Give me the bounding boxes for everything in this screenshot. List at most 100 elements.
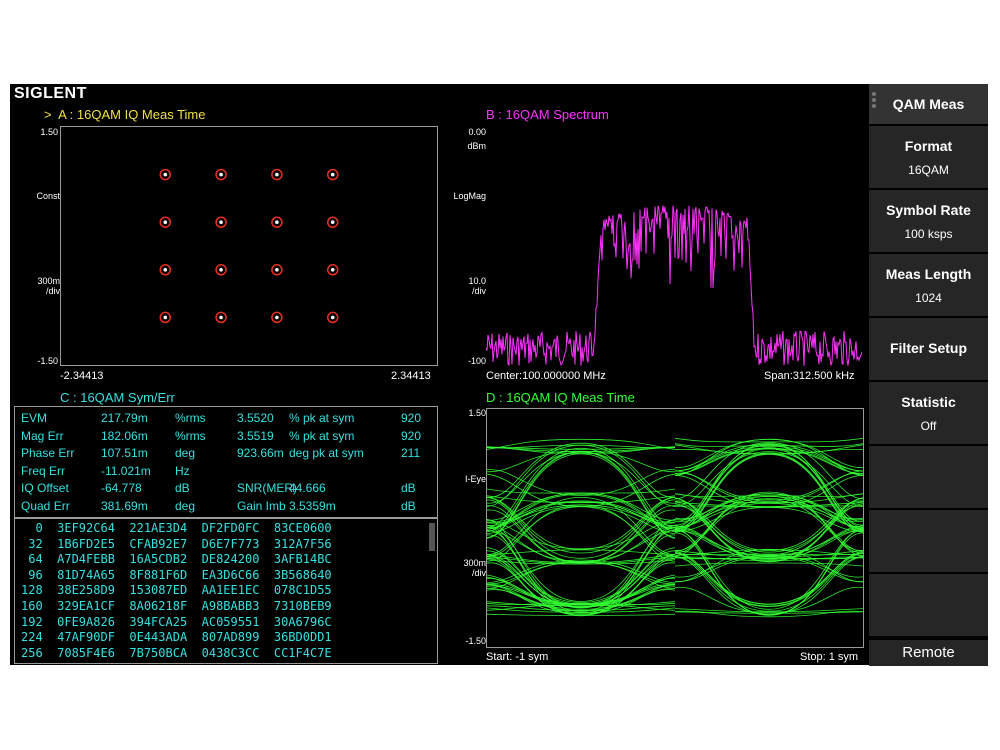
symbol-row: 192 0FE9A826 394FCA25 AC059551 30A6796C (21, 614, 332, 629)
panel-a-title[interactable]: > A : 16QAM IQ Meas Time (44, 107, 206, 122)
softkey-meas-length[interactable]: Meas Length 1024 (869, 254, 988, 318)
symbol-table: 0 3EF92C64 221AE3D4 DF2FD0FC 83CE0600 32… (14, 518, 438, 664)
eye-trace (486, 577, 676, 606)
metric-v3: dB (401, 481, 416, 495)
eye-trace (674, 501, 864, 563)
metric-v2: 923.66m (237, 446, 284, 460)
softkey-value: 100 ksps (904, 227, 953, 241)
metric-name: IQ Offset (21, 481, 69, 495)
constellation-dot (219, 220, 223, 224)
softkey-format[interactable]: Format 16QAM (869, 126, 988, 190)
eye-trace (674, 532, 864, 616)
metric-row: Quad Err 381.69m deg Gain Imb 3.5359m dB (15, 499, 435, 516)
metric-v3: dB (401, 498, 416, 513)
panel-a-y-bottom: -1.50 (37, 356, 58, 366)
metric-name: Phase Err (21, 446, 75, 460)
softkey-filter-setup[interactable]: Filter Setup (869, 318, 988, 382)
panel-d-y-scale: 300m /div (463, 558, 486, 578)
metric-unit: Hz (175, 463, 190, 478)
menu-dots-icon (872, 90, 878, 114)
constellation-dot (219, 268, 223, 272)
symbol-row: 0 3EF92C64 221AE3D4 DF2FD0FC 83CE0600 (21, 521, 332, 535)
eye-trace (674, 444, 864, 522)
metric-label3: deg pk at sym (289, 446, 364, 460)
panel-b-x-right: Span:312.500 kHz (764, 370, 855, 382)
metric-name: Quad Err (21, 498, 70, 513)
spectrum-line (485, 205, 863, 367)
remote-status: Remote (869, 640, 988, 666)
eye-trace (674, 495, 864, 553)
eye-trace (486, 488, 676, 494)
panel-a-y-label: Const (36, 191, 60, 201)
metric-unit: %rms (175, 428, 206, 443)
panel-b-y-unit: dBm (467, 141, 486, 151)
metric-row: Phase Err 107.51m deg 923.66m deg pk at sym 2… (15, 446, 435, 463)
metric-value: 381.69m (101, 498, 148, 513)
constellation-dot (330, 315, 335, 320)
constellation-dot (163, 268, 168, 272)
eye-trace (674, 530, 864, 610)
eye-trace (674, 448, 864, 528)
symbol-row: 32 1B6FD2E5 CFAB92E7 D6E7F773 312A7F56 (21, 536, 332, 551)
siglent-logo: SIGLENT (14, 85, 87, 102)
softkey-blank-7[interactable] (869, 510, 988, 574)
constellation-dot (330, 220, 335, 224)
panel-a-plot[interactable] (60, 126, 438, 366)
softkey-qam-meas[interactable]: QAM Meas (869, 84, 988, 126)
symbol-row: 160 329EA1CF 8A06218F A98BABB3 7310BEB9 (21, 599, 332, 613)
panel-b-y-bottom: -100 (467, 356, 486, 366)
symbol-table-scrollbar[interactable] (429, 523, 435, 551)
panel-d-title[interactable]: D : 16QAM IQ Meas Time (486, 390, 635, 405)
panel-b-x-left: Center:100.000000 MHz (486, 370, 606, 382)
constellation-dot (219, 172, 223, 177)
metric-v3: 211 (401, 446, 421, 460)
eye-trace (674, 470, 864, 503)
metric-v2: SNR(MER) (237, 481, 297, 495)
metrics-table: EVM 217.79m %rms 3.5520% pk at sym 920 Mag Er… (14, 406, 438, 518)
metric-value: 107.51m (101, 446, 148, 460)
softkey-value: Off (920, 419, 937, 433)
metric-label3: % pk at sym (289, 411, 355, 425)
metric-row: IQ Offset -64.778 dB SNR(MER) 44.666 dB (15, 481, 435, 498)
panel-b-plot[interactable] (485, 126, 863, 367)
softkey-symbol-rate[interactable]: Symbol Rate 100 ksps (869, 190, 988, 254)
softkey-blank-6[interactable] (869, 446, 988, 510)
panel-b-title[interactable]: B : 16QAM Spectrum (486, 107, 609, 122)
metric-unit: dB (175, 481, 190, 495)
softkey-label: Statistic (901, 394, 956, 410)
eye-trace (486, 453, 676, 539)
panel-b-y-top: 0.00 (468, 127, 486, 137)
metric-value: 217.79m (101, 411, 148, 425)
panel-d-x-left: Start: -1 sym (486, 651, 549, 663)
metric-unit: %rms (175, 411, 206, 425)
eye-trace (674, 525, 864, 557)
metric-label3: 44.666 (289, 481, 326, 495)
panel-d-plot[interactable] (486, 408, 864, 648)
symbol-row: 96 81D74A65 8F881F6D EA3D6C66 3B568640 (21, 567, 332, 582)
softkey-statistic[interactable]: Statistic Off (869, 382, 988, 446)
softkey-value: 16QAM (908, 163, 949, 177)
softkey-blank-8[interactable] (869, 574, 988, 638)
metric-v2: 3.5519 (237, 428, 274, 443)
panel-a-x-left: -2.34413 (60, 370, 104, 382)
spectrum-trace (485, 205, 863, 367)
eye-trace (486, 530, 676, 612)
panel-c-title[interactable]: C : 16QAM Sym/Err (60, 390, 175, 405)
metric-v2: Gain Imb (237, 498, 286, 513)
eye-trace (486, 450, 676, 473)
metric-row: Freq Err -11.021m Hz (15, 464, 435, 481)
panel-a-y-top: 1.50 (40, 127, 58, 137)
panel-d-y-label: I-Eye (464, 474, 486, 484)
metric-label3: 3.5359m (289, 498, 336, 513)
panel-a-y-scale: 300m /div (37, 276, 60, 296)
constellation-dot (330, 172, 335, 177)
metric-value: -64.778 (101, 481, 142, 495)
metric-unit: deg (175, 498, 196, 513)
metric-name: Freq Err (21, 463, 66, 478)
softkey-value: 1024 (915, 291, 942, 305)
symbol-row: 224 47AF90DF 0E443ADA 807AD899 36BD0DD1 (21, 630, 332, 645)
metric-name: Mag Err (21, 428, 64, 443)
softkey-label: Format (904, 138, 953, 154)
panel-b-y-label: LogMag (453, 191, 486, 201)
metric-v3: 920 (401, 428, 422, 443)
